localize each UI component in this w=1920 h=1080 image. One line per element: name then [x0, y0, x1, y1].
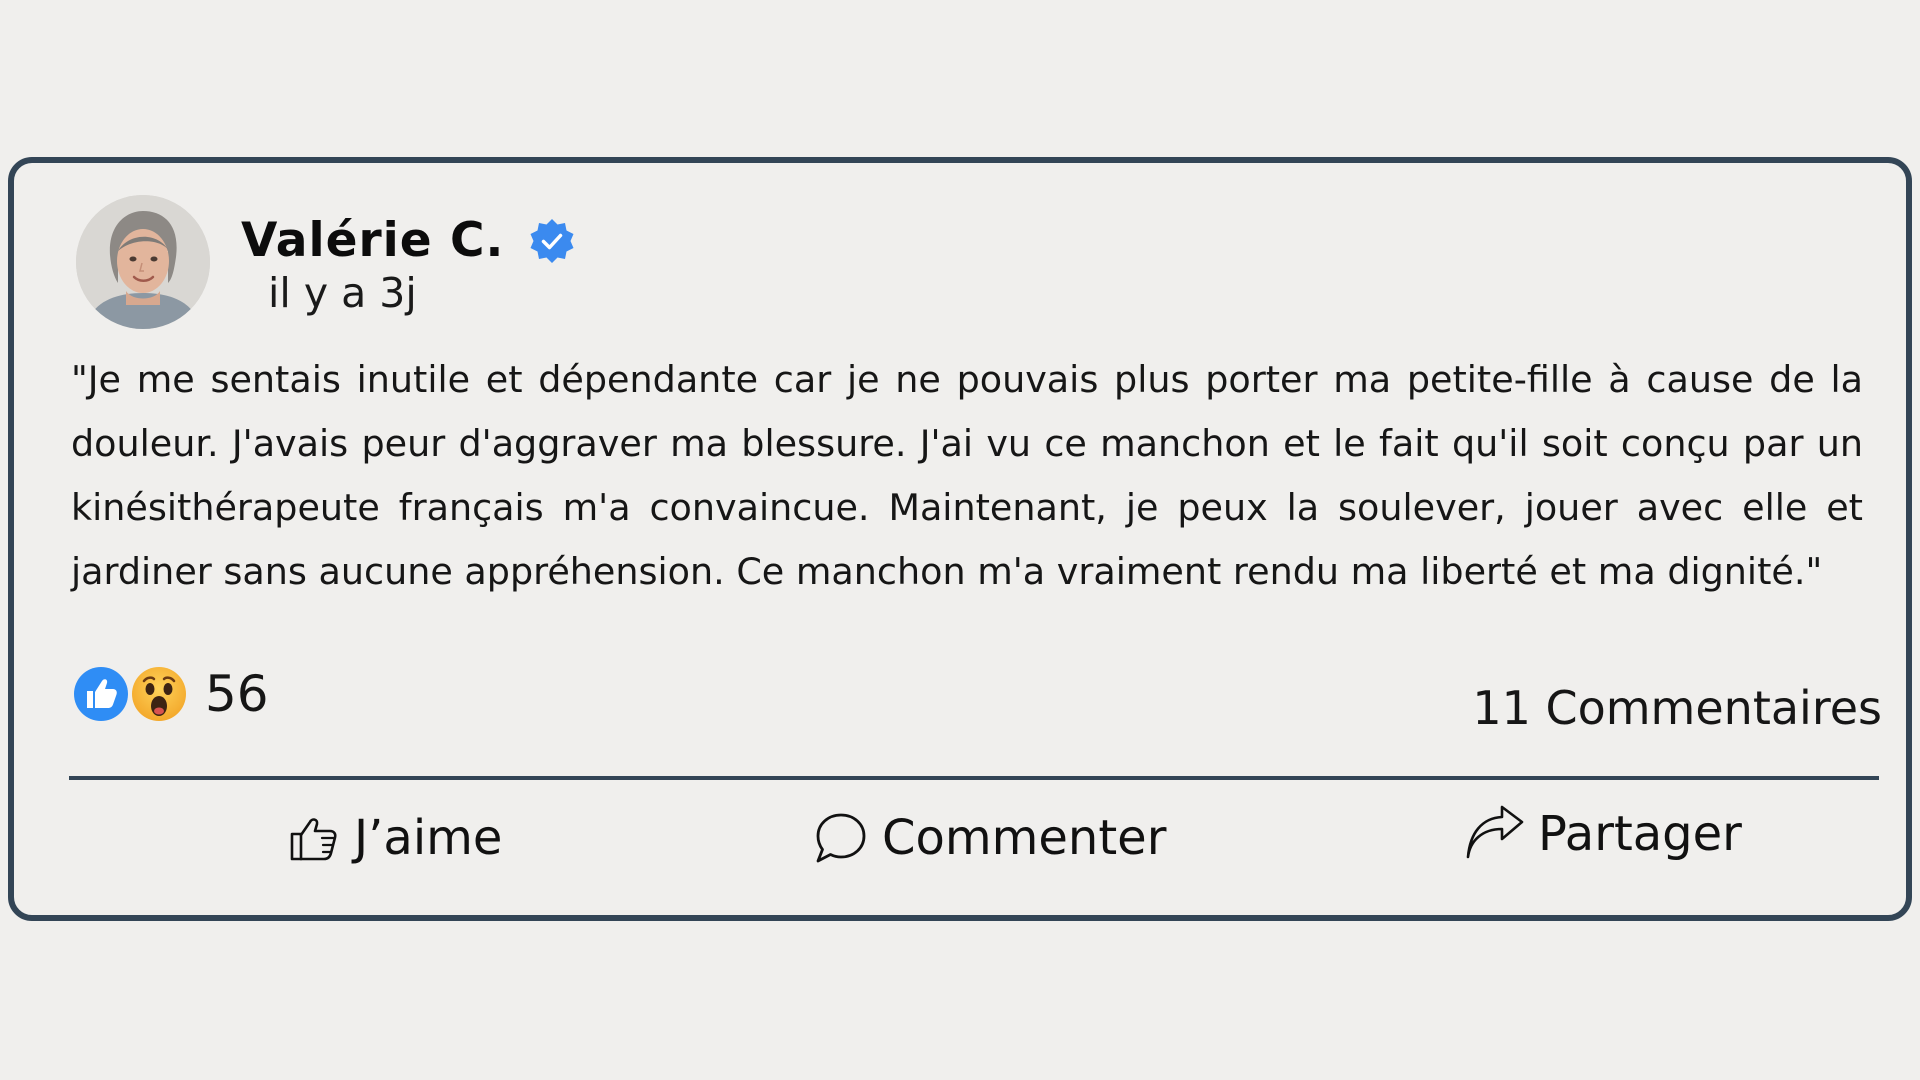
speech-bubble-icon — [816, 813, 866, 863]
author-name[interactable]: Valérie C. — [241, 213, 504, 268]
reaction-count: 56 — [205, 665, 269, 723]
post-text: "Je me sentais inutile et dépendante car… — [71, 358, 1863, 593]
comments-count-link[interactable]: 11 Commentaires — [1472, 681, 1882, 735]
actions-divider — [69, 776, 1879, 780]
like-button[interactable]: J’aime — [288, 803, 502, 873]
comment-button[interactable]: Commenter — [812, 803, 1166, 873]
verified-badge-icon — [530, 219, 574, 263]
avatar-portrait — [76, 195, 210, 329]
thumbs-up-outline-icon — [290, 818, 337, 861]
comment-button-label: Commenter — [882, 810, 1167, 866]
post-card: Valérie C. il y a 3j "Je me sentais inut… — [8, 157, 1912, 921]
avatar[interactable] — [76, 195, 210, 329]
reactions-summary[interactable]: 56 — [73, 665, 269, 723]
post-timestamp[interactable]: il y a 3j — [268, 269, 417, 317]
share-arrow-icon — [1466, 805, 1524, 859]
wow-reaction-icon — [132, 667, 186, 721]
share-button-label: Partager — [1538, 806, 1742, 862]
like-button-label: J’aime — [354, 810, 503, 866]
share-button[interactable]: Partager — [1464, 799, 1742, 869]
like-reaction-icon — [74, 667, 128, 721]
